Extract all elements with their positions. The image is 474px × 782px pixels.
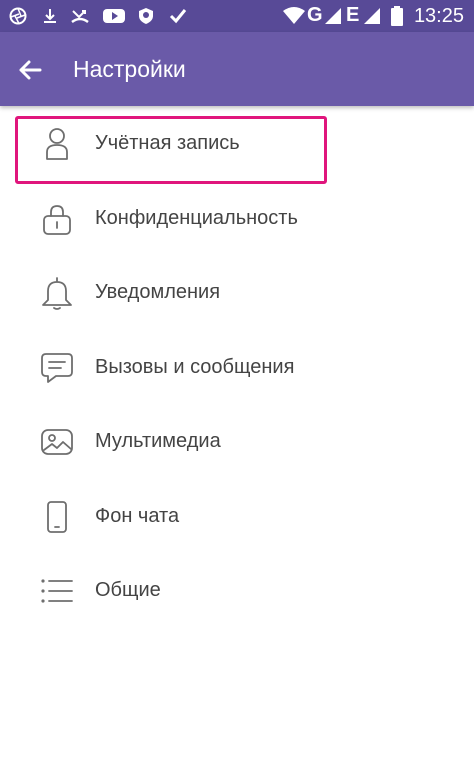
app-bar: Настройки <box>0 32 474 106</box>
signal-2-icon <box>362 6 382 26</box>
menu-item-label: Учётная запись <box>95 132 240 154</box>
menu-item-privacy[interactable]: Конфиденциальность <box>0 183 474 258</box>
youtube-icon <box>102 6 126 26</box>
image-icon <box>38 423 76 461</box>
menu-item-label: Мультимедиа <box>95 430 221 452</box>
menu-item-label: Фон чата <box>95 504 180 527</box>
page-title: Настройки <box>73 56 186 82</box>
status-time: 13:25 <box>413 5 464 27</box>
status-bar: G E 13:25 <box>0 0 474 32</box>
chat-bubble-icon <box>38 349 76 387</box>
menu-item-label: Общие <box>95 579 161 601</box>
list-icon <box>38 572 76 610</box>
menu-item-label: Конфиденциальность <box>95 206 298 229</box>
menu-item-general[interactable]: Общие <box>0 555 474 630</box>
menu-item-calls-messages[interactable]: Вызовы и сообщения <box>0 332 474 407</box>
menu-item-multimedia[interactable]: Мультимедиа <box>0 406 474 481</box>
network-g-label: G <box>307 4 323 26</box>
user-icon <box>38 125 76 163</box>
signal-icon <box>323 6 343 26</box>
network-e-label: E <box>346 4 360 26</box>
settings-list: Учётная запись Конфиденциальность Уведом… <box>0 108 474 630</box>
menu-item-chat-background[interactable]: Фон чата <box>0 481 474 556</box>
back-button[interactable] <box>14 54 46 86</box>
bell-icon <box>38 274 76 312</box>
download-icon <box>40 6 60 26</box>
battery-icon <box>390 6 404 26</box>
arrow-left-icon <box>19 60 42 80</box>
shield-app-icon <box>136 6 156 26</box>
aperture-icon <box>8 6 28 26</box>
menu-item-account[interactable]: Учётная запись <box>0 108 474 183</box>
menu-item-label: Вызовы и сообщения <box>95 355 295 378</box>
menu-item-notifications[interactable]: Уведомления <box>0 257 474 332</box>
phone-icon <box>38 498 76 536</box>
missed-call-icon <box>70 6 90 26</box>
wifi-icon <box>282 6 306 26</box>
lock-icon <box>38 200 76 238</box>
menu-item-label: Уведомления <box>95 281 221 303</box>
check-app-icon <box>168 6 188 26</box>
